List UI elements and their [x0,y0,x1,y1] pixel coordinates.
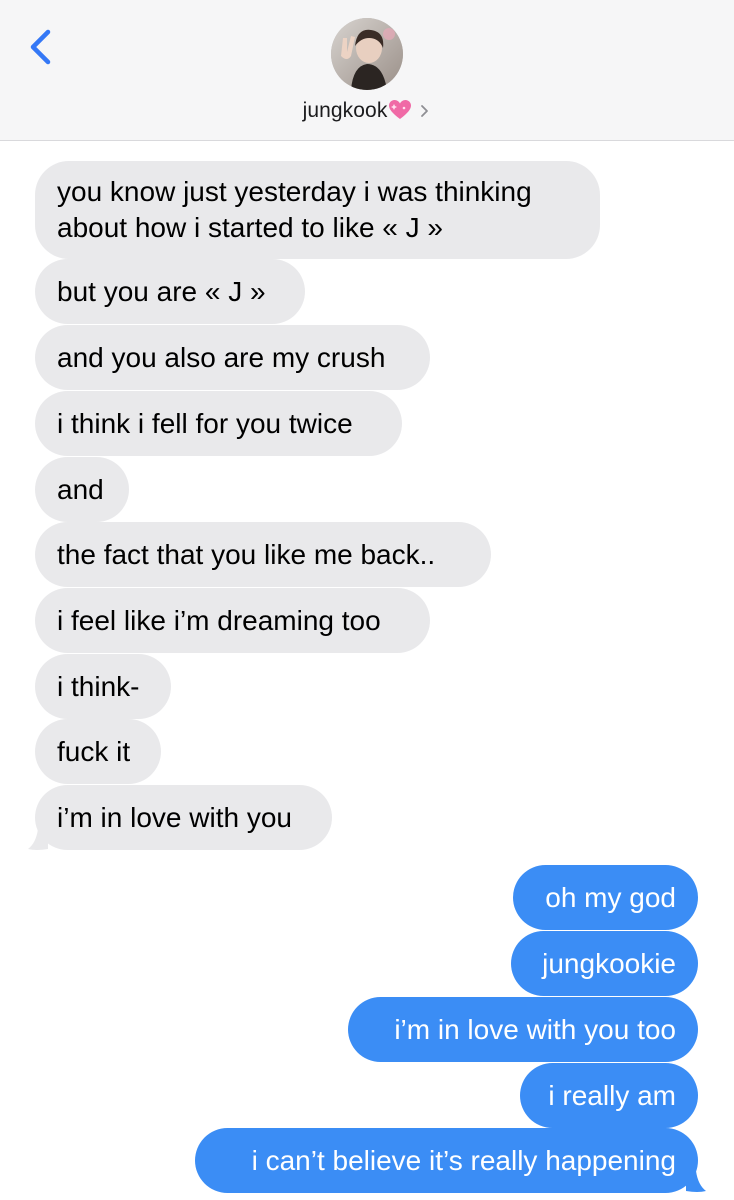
received-message-bubble[interactable]: i think i fell for you twice [35,391,402,456]
conversation-header: jungkook [0,0,734,141]
sent-bubble-tail [686,1171,706,1192]
sent-message-bubble[interactable]: i can’t believe it’s really happening [195,1128,698,1193]
received-message-bubble[interactable]: i think- [35,654,171,719]
received-message-bubble[interactable]: you know just yesterday i was thinking a… [35,161,600,259]
received-message-bubble[interactable]: and [35,457,129,522]
received-message-bubble[interactable]: i feel like i’m dreaming too [35,588,430,653]
received-message-bubble[interactable]: but you are « J » [35,259,305,324]
received-message-bubble[interactable]: and you also are my crush [35,325,430,390]
chevron-right-icon [421,105,429,117]
sparkling-heart-icon [389,100,412,119]
back-button[interactable] [22,24,62,72]
sent-message-bubble[interactable]: jungkookie [511,931,698,996]
chevron-left-icon [30,29,51,65]
received-bubble-tail [28,829,48,850]
contact-name-row[interactable]: jungkook [0,96,734,126]
received-message-bubble[interactable]: i’m in love with you [35,785,332,850]
received-message-bubble[interactable]: fuck it [35,719,161,784]
sent-message-bubble[interactable]: oh my god [513,865,698,930]
received-message-bubble[interactable]: the fact that you like me back.. [35,522,491,587]
sent-message-bubble[interactable]: i really am [520,1063,698,1128]
contact-avatar[interactable] [331,18,403,90]
contact-name: jungkook [302,99,388,122]
sent-message-bubble[interactable]: i’m in love with you too [348,997,698,1062]
